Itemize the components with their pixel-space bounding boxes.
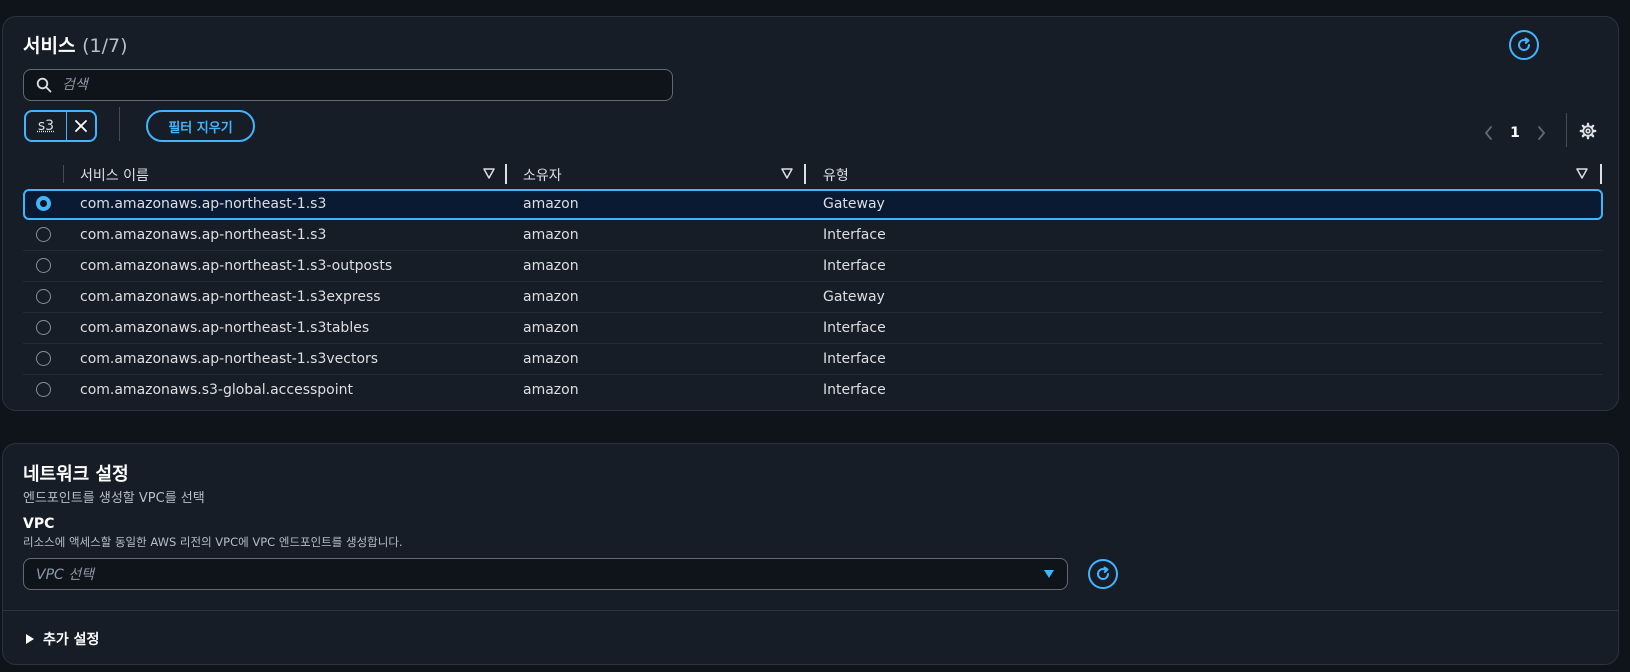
type-cell: Gateway [823,289,885,305]
network-settings-panel: 네트워크 설정 엔드포인트를 생성할 VPC를 선택 VPC 리소스에 액세스할… [2,443,1619,665]
service-name-cell: com.amazonaws.s3-global.accesspoint [80,382,353,398]
table-row[interactable]: com.amazonaws.s3-global.accesspoint amaz… [23,375,1603,406]
table-row[interactable]: com.amazonaws.ap-northeast-1.s3tables am… [23,313,1603,344]
sort-type-button[interactable] [1576,168,1588,179]
owner-cell: amazon [523,382,579,398]
type-cell: Interface [823,258,886,274]
owner-cell: amazon [523,196,579,212]
service-name-cell: com.amazonaws.ap-northeast-1.s3 [80,196,327,212]
service-name-cell: com.amazonaws.ap-northeast-1.s3express [80,289,381,305]
vpc-refresh-button[interactable] [1088,559,1118,589]
row-radio[interactable] [36,320,51,335]
sort-triangle-icon [1576,168,1588,179]
refresh-icon [1097,566,1110,580]
row-radio[interactable] [36,227,51,242]
vpc-description: 리소스에 액세스할 동일한 AWS 리전의 VPC에 VPC 엔드포인트를 생성… [23,535,403,549]
table-row[interactable]: com.amazonaws.ap-northeast-1.s3 amazon I… [23,220,1603,251]
row-radio[interactable] [36,258,51,273]
owner-cell: amazon [523,351,579,367]
chevron-right-icon [1538,126,1545,140]
type-cell: Interface [823,320,886,336]
table-header: 서비스 이름 소유자 유형 [23,162,1603,188]
vpc-select[interactable]: VPC 선택 [23,558,1068,590]
search-icon [36,77,52,93]
table-preferences [1579,119,1597,143]
caret-right-icon [25,633,35,645]
table-row[interactable]: com.amazonaws.ap-northeast-1.s3-outposts… [23,251,1603,282]
services-title: 서비스 (1/7) [23,31,127,58]
sort-triangle-icon [781,168,793,179]
service-name-cell: com.amazonaws.ap-northeast-1.s3tables [80,320,370,336]
services-refresh-button[interactable] [1509,30,1539,60]
additional-settings-toggle[interactable]: 추가 설정 [25,629,99,649]
services-table: com.amazonaws.ap-northeast-1.s3 amazon G… [23,189,1603,406]
sort-service-name-button[interactable] [483,168,495,179]
network-subtitle: 엔드포인트를 생성할 VPC를 선택 [23,491,205,506]
column-resizer[interactable] [804,164,806,184]
row-radio[interactable] [36,351,51,366]
filter-divider [119,107,120,141]
current-page[interactable]: 1 [1503,125,1527,141]
close-icon [75,120,87,132]
section-divider [3,610,1618,611]
type-cell: Interface [823,227,886,243]
additional-settings-label: 추가 설정 [43,632,100,648]
type-cell: Gateway [823,196,885,212]
table-settings-button[interactable] [1579,122,1597,140]
service-name-cell: com.amazonaws.ap-northeast-1.s3vectors [80,351,379,367]
service-search-input[interactable] [60,76,644,94]
pagination-divider [1566,113,1567,147]
chevron-left-icon [1485,126,1492,140]
caret-down-icon [1043,569,1055,579]
owner-cell: amazon [523,289,579,305]
filter-token-dismiss-button[interactable] [67,112,95,140]
table-row[interactable]: com.amazonaws.ap-northeast-1.s3vectors a… [23,344,1603,375]
owner-cell: amazon [523,258,579,274]
vpc-label: VPC [23,516,55,532]
type-cell: Interface [823,382,886,398]
table-row[interactable]: com.amazonaws.ap-northeast-1.s3express a… [23,282,1603,313]
row-radio[interactable] [36,196,51,211]
column-resizer[interactable] [1600,164,1602,184]
pagination: 1 [1483,121,1547,145]
vpc-select-placeholder: VPC 선택 [36,567,95,583]
filter-token-label[interactable]: s3 [26,112,67,140]
services-title-text: 서비스 [23,35,76,57]
service-search-box[interactable] [23,69,673,101]
network-title: 네트워크 설정 [23,464,129,485]
column-resizer[interactable] [505,164,507,184]
owner-cell: amazon [523,227,579,243]
table-row[interactable]: com.amazonaws.ap-northeast-1.s3 amazon G… [23,189,1603,220]
column-header-type[interactable]: 유형 [823,165,849,185]
refresh-icon [1518,37,1531,51]
owner-cell: amazon [523,320,579,336]
type-cell: Interface [823,351,886,367]
services-panel: 서비스 (1/7) s3 필터 지우기 [2,16,1619,411]
sort-triangle-icon [483,168,495,179]
next-page-button[interactable] [1535,125,1547,141]
gear-icon [1579,122,1597,140]
row-radio[interactable] [36,382,51,397]
sort-owner-button[interactable] [781,168,793,179]
column-header-owner[interactable]: 소유자 [523,165,562,185]
filter-token: s3 [24,110,97,142]
column-header-service-name[interactable]: 서비스 이름 [80,165,149,185]
service-name-cell: com.amazonaws.ap-northeast-1.s3-outposts [80,258,393,274]
clear-filters-button[interactable]: 필터 지우기 [146,110,255,142]
row-radio[interactable] [36,289,51,304]
service-name-cell: com.amazonaws.ap-northeast-1.s3 [80,227,327,243]
prev-page-button[interactable] [1483,125,1495,141]
services-count: (1/7) [82,35,128,57]
column-separator [63,165,64,183]
